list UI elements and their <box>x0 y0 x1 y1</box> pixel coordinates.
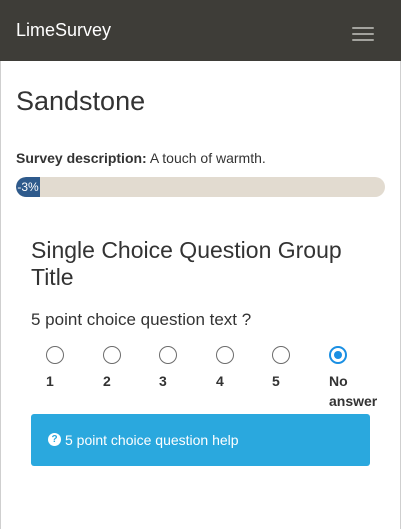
answer-option-label: 5 <box>272 373 280 389</box>
radio-button[interactable] <box>216 346 234 364</box>
radio-button[interactable] <box>272 346 290 364</box>
radio-button[interactable] <box>46 346 64 364</box>
hamburger-menu-icon <box>352 39 374 41</box>
answer-option-label: 3 <box>159 373 167 389</box>
progress-bar: -3% <box>16 177 385 197</box>
question-group-title: Single Choice Question Group Title <box>31 237 342 290</box>
radio-button[interactable] <box>159 346 177 364</box>
survey-title: Sandstone <box>16 86 146 116</box>
survey-description-text: A touch of warmth. <box>149 150 266 166</box>
answer-option-label: No answer <box>329 373 378 409</box>
survey-description: Survey description: A touch of warmth. <box>16 149 266 167</box>
navbar: LimeSurvey <box>0 0 401 61</box>
answer-option-label: 2 <box>103 373 111 389</box>
question-help-text: 5 point choice question help <box>65 432 239 448</box>
hamburger-menu-icon <box>352 27 374 29</box>
survey-description-label: Survey description: <box>16 150 147 166</box>
question-help-box: ? 5 point choice question help <box>31 414 370 466</box>
answer-option-label: 4 <box>216 373 224 389</box>
menu-toggle-button[interactable] <box>341 16 385 46</box>
progress-bar-fill: -3% <box>16 177 40 197</box>
hamburger-menu-icon <box>352 33 374 35</box>
radio-button-selected[interactable] <box>329 346 347 364</box>
radio-button[interactable] <box>103 346 121 364</box>
answer-option-label: 1 <box>46 373 54 389</box>
question-circle-icon: ? <box>48 433 61 446</box>
question-text: 5 point choice question text ? <box>31 310 252 329</box>
brand-link[interactable]: LimeSurvey <box>16 19 111 41</box>
